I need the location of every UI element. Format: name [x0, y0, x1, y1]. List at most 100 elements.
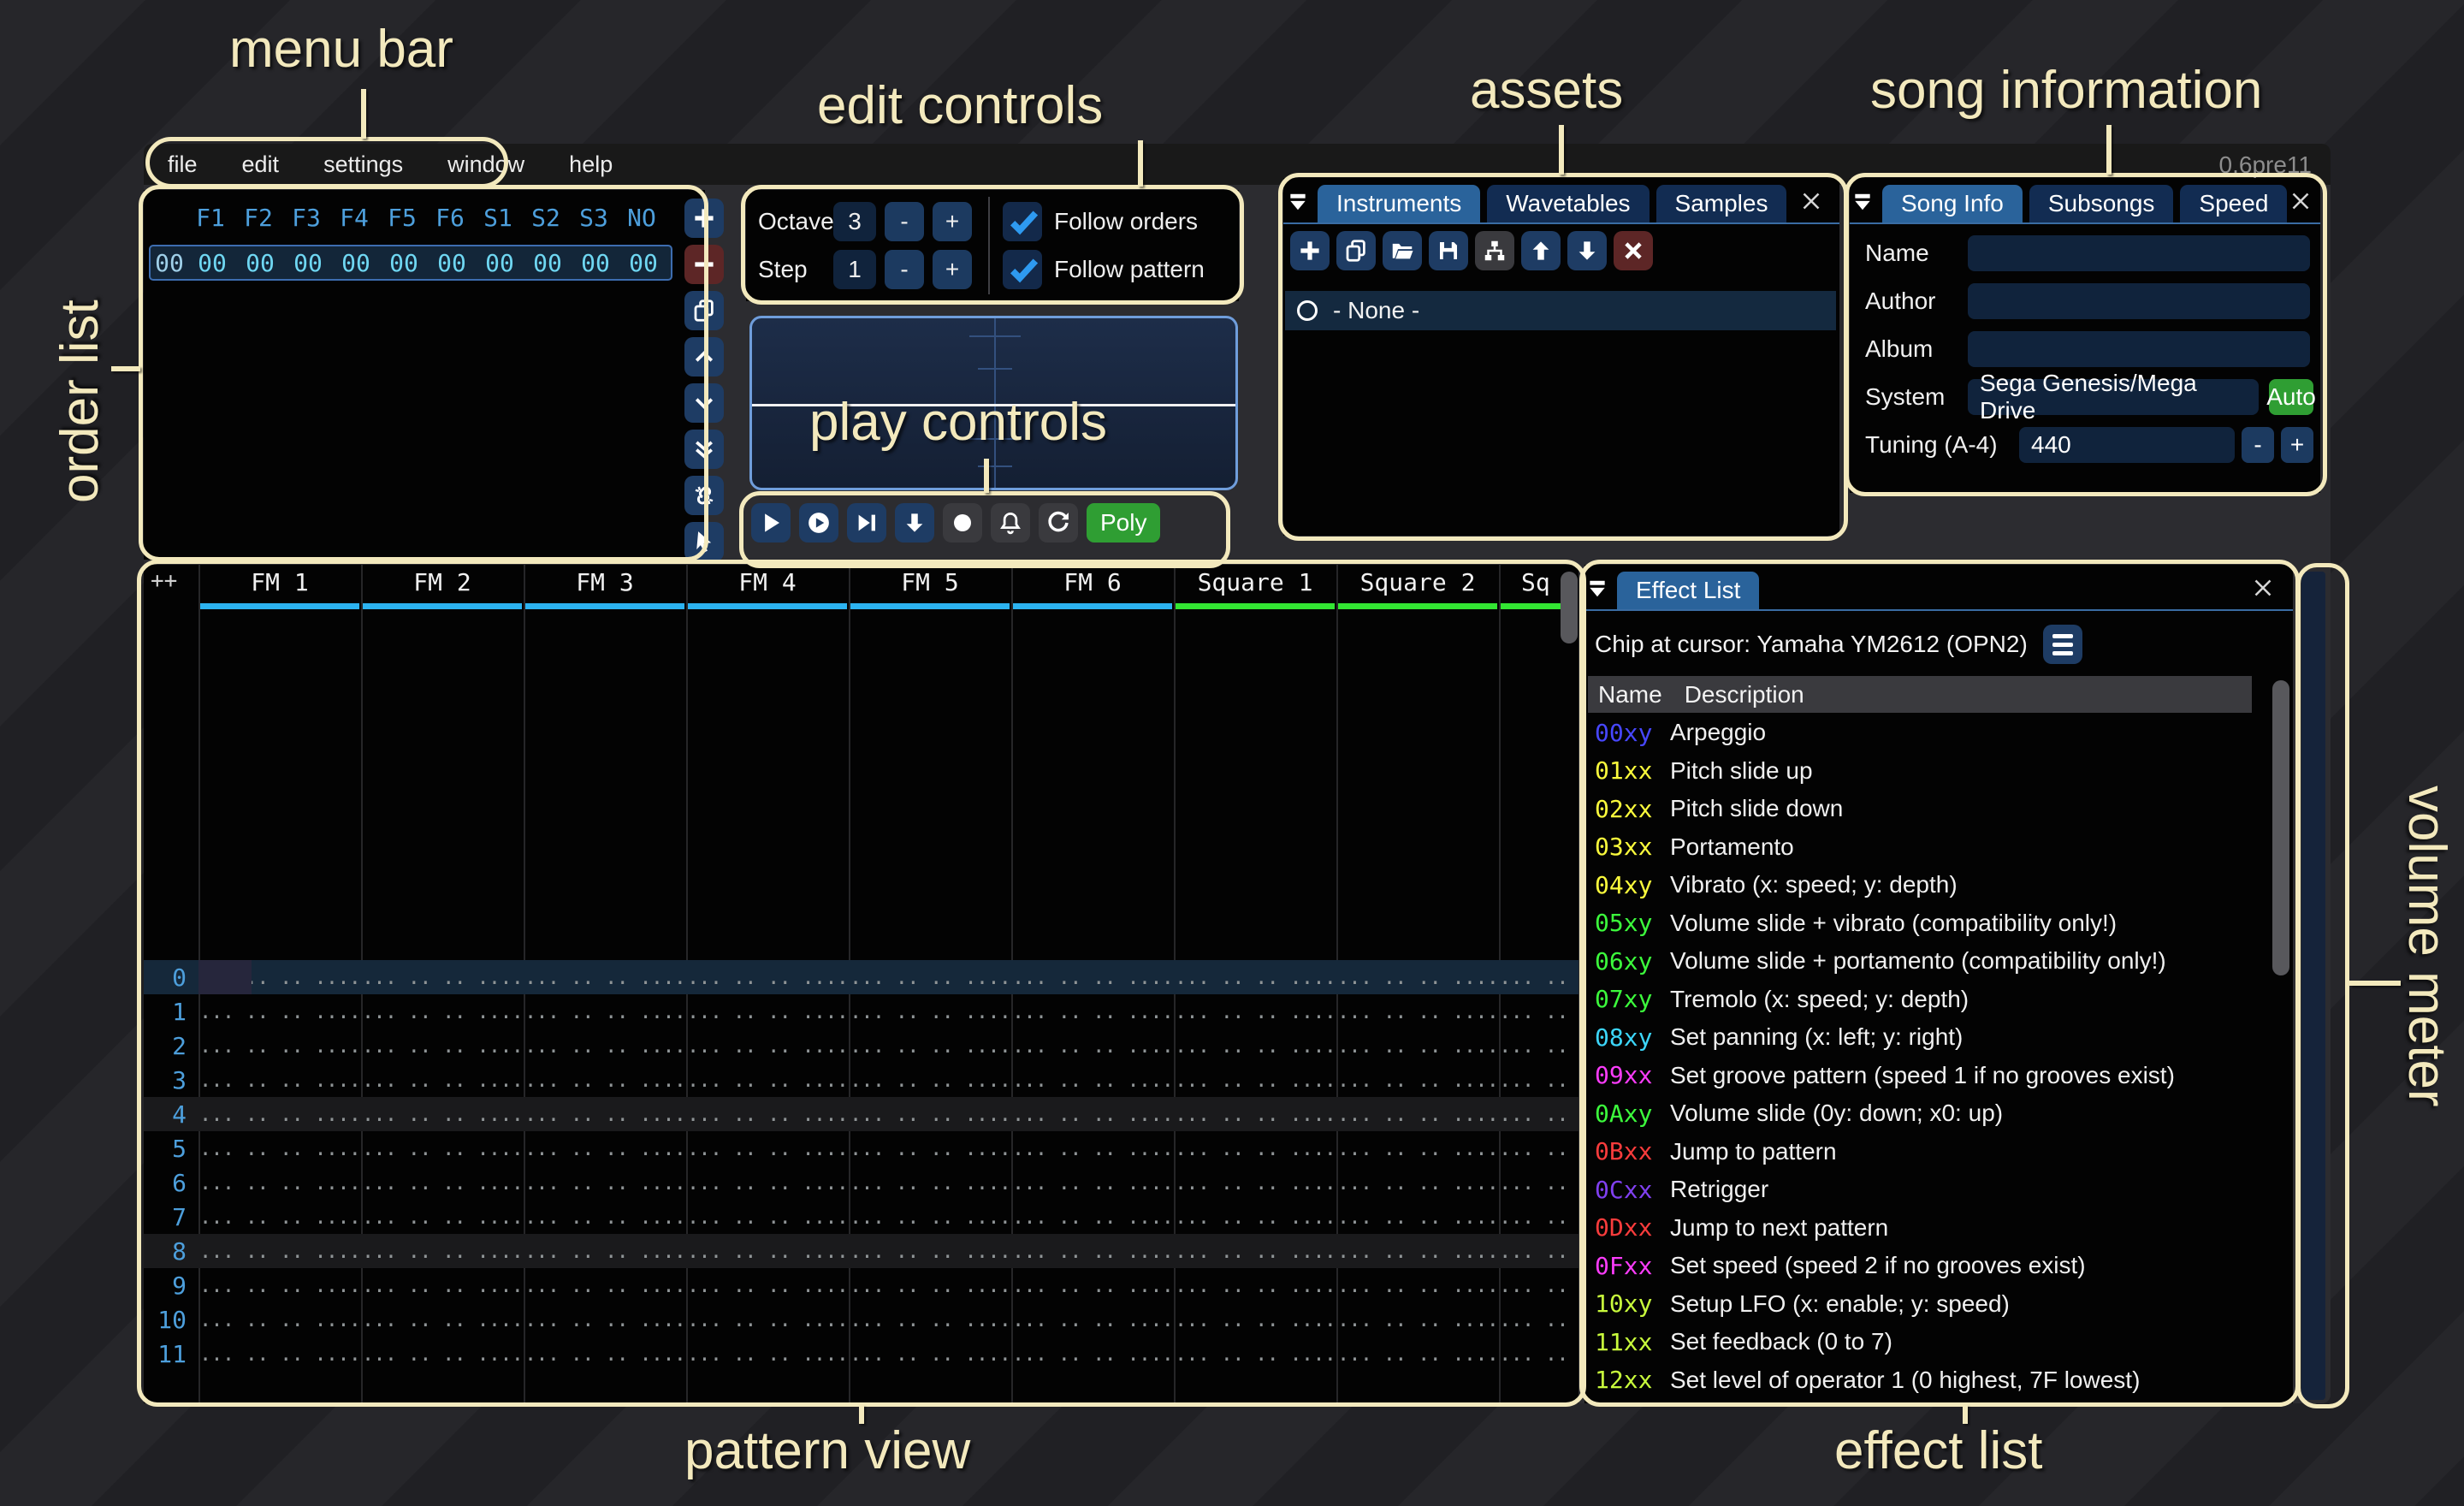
pattern-cell[interactable]: ... .. .. ....	[198, 1068, 361, 1092]
system-select[interactable]: Sega Genesis/Mega Drive	[1968, 379, 2259, 415]
channel-header[interactable]: FM 6	[1011, 568, 1174, 609]
system-auto-button[interactable]: Auto	[2269, 379, 2313, 415]
pattern-cell[interactable]: ... .. .. ....	[1174, 1171, 1336, 1195]
pattern-cell[interactable]: ... .. .. ....	[1011, 1205, 1174, 1229]
pattern-cell[interactable]: ... .. .. ....	[198, 1136, 361, 1160]
pattern-row[interactable]: 0... .. .. ....... .. .. ....... .. .. .…	[144, 960, 1578, 994]
pattern-cell[interactable]: ... .. .. ....	[1011, 1307, 1174, 1331]
pattern-cell[interactable]: ... .. .. ....	[1174, 1068, 1336, 1092]
menu-item[interactable]: edit	[242, 151, 280, 178]
channel-header[interactable]: Square 1	[1174, 568, 1336, 609]
pattern-row[interactable]: 3... .. .. ....... .. .. ....... .. .. .…	[144, 1063, 1578, 1097]
tuning-field[interactable]: 440	[2019, 427, 2235, 463]
window-menu-icon[interactable]	[1287, 191, 1309, 213]
order-add-button[interactable]	[684, 199, 724, 238]
pattern-cell[interactable]: ... .. .. ....	[1336, 1171, 1499, 1195]
pattern-cell[interactable]: ... .. .. ....	[1499, 1136, 1578, 1160]
pattern-cell[interactable]: ... .. .. ....	[1174, 1239, 1336, 1263]
effect-row[interactable]: 07xy Tremolo (x: speed; y: depth)	[1584, 981, 2269, 1019]
close-icon[interactable]	[2286, 187, 2315, 216]
pattern-cell[interactable]: ... .. .. ....	[1011, 1068, 1174, 1092]
pattern-cell[interactable]: ... .. .. ....	[524, 965, 686, 989]
pattern-cell[interactable]: ... .. .. ....	[524, 1102, 686, 1126]
pattern-cell[interactable]: ... .. .. ....	[198, 1342, 361, 1366]
repeat-button[interactable]	[1039, 503, 1078, 543]
order-cell[interactable]: 00	[380, 249, 428, 277]
pattern-cell[interactable]: ... .. .. ....	[686, 1171, 849, 1195]
assets-tab[interactable]: Instruments	[1318, 185, 1480, 222]
asset-move-up-button[interactable]	[1521, 231, 1561, 270]
pattern-cell[interactable]: ... .. .. ....	[361, 1068, 524, 1092]
pattern-cell[interactable]: ... .. .. ....	[1011, 1273, 1174, 1297]
effect-row[interactable]: 01xx Pitch slide up	[1584, 752, 2269, 791]
pattern-cell[interactable]: ... .. .. ....	[361, 1205, 524, 1229]
pattern-cell[interactable]: ... .. .. ....	[1011, 1102, 1174, 1126]
effect-list-tab[interactable]: Effect List	[1617, 572, 1759, 609]
assets-tab[interactable]: Samples	[1656, 185, 1787, 222]
pattern-cell[interactable]: ... .. .. ....	[524, 1171, 686, 1195]
pattern-cell[interactable]: ... .. .. ....	[1499, 1342, 1578, 1366]
effect-row[interactable]: 04xy Vibrato (x: speed; y: depth)	[1584, 866, 2269, 904]
pattern-cell[interactable]: ... .. .. ....	[1174, 1205, 1336, 1229]
channel-header[interactable]: FM 2	[361, 568, 524, 609]
step-value[interactable]: 1	[833, 250, 876, 289]
pattern-cell[interactable]: ... .. .. ....	[198, 999, 361, 1023]
effect-row[interactable]: 0Dxx Jump to next pattern	[1584, 1209, 2269, 1248]
menu-item[interactable]: settings	[323, 151, 403, 178]
pattern-cell[interactable]: ... .. .. ....	[198, 1307, 361, 1331]
pattern-cell[interactable]: ... .. .. ....	[1336, 1342, 1499, 1366]
pattern-cell[interactable]: ... .. .. ....	[361, 965, 524, 989]
pattern-options-button[interactable]: ++	[151, 568, 177, 594]
octave-plus-button[interactable]: +	[933, 202, 972, 241]
play-from-beginning-button[interactable]	[799, 503, 838, 543]
instrument-list-item[interactable]: - None -	[1285, 291, 1836, 330]
effect-row[interactable]: 05xy Volume slide + vibrato (compatibili…	[1584, 904, 2269, 943]
pattern-cell[interactable]: ... .. .. ....	[686, 965, 849, 989]
pattern-cell[interactable]: ... .. .. ....	[361, 1136, 524, 1160]
octave-minus-button[interactable]: -	[885, 202, 924, 241]
pattern-cell[interactable]: ... .. .. ....	[1499, 1239, 1578, 1263]
order-cell[interactable]: 00	[524, 249, 572, 277]
pattern-cell[interactable]: ... .. .. ....	[1011, 1239, 1174, 1263]
pattern-cell[interactable]: ... .. .. ....	[524, 1136, 686, 1160]
pattern-cell[interactable]: ... .. .. ....	[686, 1273, 849, 1297]
pattern-cell[interactable]: ... .. .. ....	[1499, 1034, 1578, 1058]
effect-row[interactable]: 11xx Set feedback (0 to 7)	[1584, 1323, 2269, 1361]
pattern-cell[interactable]: ... .. .. ....	[1499, 965, 1578, 989]
pattern-cell[interactable]: ... .. .. ....	[198, 1273, 361, 1297]
pattern-cell[interactable]: ... .. .. ....	[849, 1171, 1011, 1195]
song-info-tab[interactable]: Song Info	[1882, 185, 2023, 222]
pattern-cell[interactable]: ... .. .. ....	[361, 1273, 524, 1297]
asset-move-down-button[interactable]	[1567, 231, 1607, 270]
asset-add-button[interactable]	[1290, 231, 1330, 270]
pattern-cell[interactable]: ... .. .. ....	[849, 1136, 1011, 1160]
effect-row[interactable]: 0Axy Volume slide (0y: down; x0: up)	[1584, 1094, 2269, 1133]
order-cell[interactable]: 00	[619, 249, 667, 277]
follow-orders-checkbox[interactable]	[1003, 202, 1042, 241]
channel-header[interactable]: Square 2	[1336, 568, 1499, 609]
author-field[interactable]	[1968, 283, 2310, 319]
pattern-cell[interactable]: ... .. .. ....	[524, 1273, 686, 1297]
effect-row[interactable]: 0Bxx Jump to pattern	[1584, 1133, 2269, 1171]
pattern-cell[interactable]: ... .. .. ....	[849, 965, 1011, 989]
order-cell[interactable]: 00	[284, 249, 332, 277]
pattern-row[interactable]: 11... .. .. ....... .. .. ....... .. .. …	[144, 1337, 1578, 1371]
step-minus-button[interactable]: -	[885, 250, 924, 289]
effect-row[interactable]: 02xx Pitch slide down	[1584, 790, 2269, 828]
effect-row[interactable]: 03xx Portamento	[1584, 828, 2269, 867]
pattern-cell[interactable]: ... .. .. ....	[1174, 1034, 1336, 1058]
octave-value[interactable]: 3	[833, 202, 876, 241]
pattern-cell[interactable]: ... .. .. ....	[1336, 1307, 1499, 1331]
channel-header[interactable]: FM 3	[524, 568, 686, 609]
pattern-cell[interactable]: ... .. .. ....	[1174, 1102, 1336, 1126]
pattern-cell[interactable]: ... .. .. ....	[1499, 1102, 1578, 1126]
step-row-button[interactable]	[895, 503, 934, 543]
pattern-cell[interactable]: ... .. .. ....	[1011, 965, 1174, 989]
effect-row[interactable]: 0Cxx Retrigger	[1584, 1171, 2269, 1209]
effect-row[interactable]: 06xy Volume slide + portamento (compatib…	[1584, 942, 2269, 981]
pattern-cell[interactable]: ... .. .. ....	[1174, 965, 1336, 989]
song-info-tab[interactable]: Subsongs	[2029, 185, 2174, 222]
asset-tree-view-button[interactable]	[1475, 231, 1514, 270]
pattern-cell[interactable]: ... .. .. ....	[1336, 1034, 1499, 1058]
pattern-cell[interactable]: ... .. .. ....	[1336, 1239, 1499, 1263]
